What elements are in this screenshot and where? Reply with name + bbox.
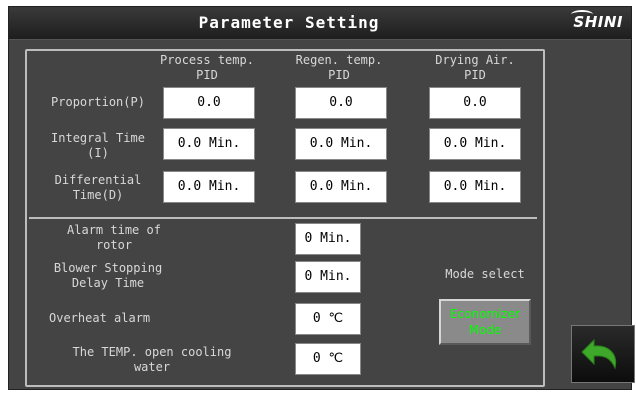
section-divider bbox=[29, 217, 537, 219]
alarm-time-rotor-field[interactable]: 0 Min. bbox=[295, 223, 361, 255]
economizer-mode-button-label: Economizer Mode bbox=[449, 307, 521, 337]
row-label-integral-time: Integral Time (I) bbox=[51, 131, 145, 160]
economizer-mode-button[interactable]: Economizer Mode bbox=[439, 299, 531, 345]
drying-air-differential-time-field[interactable]: 0.0 Min. bbox=[429, 171, 521, 203]
overheat-alarm-field[interactable]: 0 ℃ bbox=[295, 303, 361, 335]
column-header-process-pid-label: Process temp. PID bbox=[160, 53, 254, 82]
process-integral-time-field[interactable]: 0.0 Min. bbox=[163, 128, 255, 160]
column-header-regen-pid: Regen. temp. PID bbox=[281, 53, 397, 83]
label-overheat-alarm: Overheat alarm bbox=[49, 311, 151, 325]
brand-logo: SHINI bbox=[571, 10, 623, 31]
label-temp-open-cooling-water: The TEMP. open cooling water bbox=[72, 345, 232, 374]
drying-air-proportion-field[interactable]: 0.0 bbox=[429, 87, 521, 119]
page-title: Parameter Setting bbox=[198, 13, 380, 32]
return-arrow-icon bbox=[581, 338, 617, 370]
column-header-drying-air-pid: Drying Air. PID bbox=[417, 53, 533, 83]
label-blower-stopping-delay: Blower Stopping Delay Time bbox=[53, 261, 163, 290]
hmi-window: Parameter Setting SHINI Process temp. PI… bbox=[8, 6, 635, 390]
process-differential-time-field[interactable]: 0.0 Min. bbox=[163, 171, 255, 203]
column-header-regen-pid-label: Regen. temp. PID bbox=[295, 53, 383, 82]
title-bar: Parameter Setting SHINI bbox=[9, 7, 631, 40]
row-label-differential-time: Differential Time(D) bbox=[54, 173, 142, 202]
label-alarm-time-rotor: Alarm time of rotor bbox=[67, 223, 161, 252]
screen: Parameter Setting SHINI Process temp. PI… bbox=[0, 0, 636, 396]
blower-stopping-delay-field[interactable]: 0 Min. bbox=[295, 261, 361, 293]
mode-select-label: Mode select bbox=[445, 267, 525, 281]
column-header-drying-air-pid-label: Drying Air. PID bbox=[435, 53, 515, 82]
drying-air-integral-time-field[interactable]: 0.0 Min. bbox=[429, 128, 521, 160]
regen-proportion-field[interactable]: 0.0 bbox=[295, 87, 387, 119]
column-header-process-pid: Process temp. PID bbox=[149, 53, 265, 83]
regen-differential-time-field[interactable]: 0.0 Min. bbox=[295, 171, 387, 203]
regen-integral-time-field[interactable]: 0.0 Min. bbox=[295, 128, 387, 160]
row-label-proportion: Proportion(P) bbox=[51, 95, 145, 109]
process-proportion-field[interactable]: 0.0 bbox=[163, 87, 255, 119]
back-button[interactable] bbox=[571, 325, 635, 383]
temp-open-cooling-water-field[interactable]: 0 ℃ bbox=[295, 343, 361, 375]
